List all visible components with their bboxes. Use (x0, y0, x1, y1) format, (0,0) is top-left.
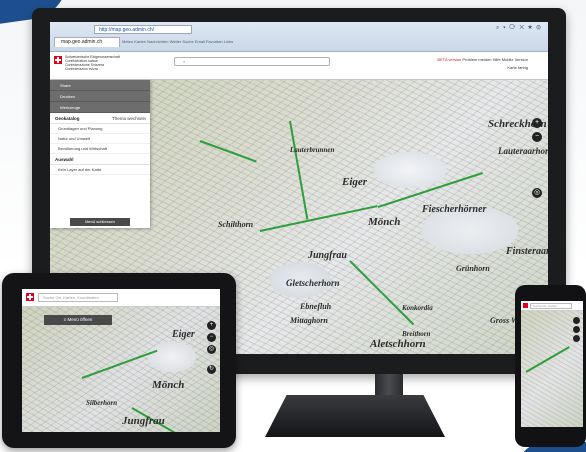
open-menu-button[interactable]: ≡ Menü öffnen (44, 315, 112, 325)
map-label: Mittaghorn (290, 316, 328, 325)
map-label: Aletschhorn (370, 338, 426, 350)
beta-link[interactable]: BETA version (437, 57, 461, 62)
side-menu: Share Drucken Werkzeuge Geokatalog Thema… (50, 80, 150, 228)
zoom-out-button[interactable]: − (532, 132, 542, 142)
map-label: Lauterbrunnen (290, 146, 335, 154)
catalog-item[interactable]: Grundlagen und Planung (50, 124, 150, 134)
search-input[interactable]: ⌕ (174, 57, 330, 66)
map-label: Eiger (172, 329, 195, 340)
menu-item-share[interactable]: Share (50, 80, 150, 91)
close-menu-button[interactable]: Menü schliessen (70, 218, 130, 226)
phone-device: Suche Ort, Karten (515, 285, 586, 447)
map-type-selector[interactable]: Karte farbig (507, 65, 528, 70)
hiking-route (199, 140, 257, 163)
search-input[interactable]: Suche Ort, Karten, Koordinaten (38, 293, 118, 302)
tablet-map[interactable]: Eiger Mönch Jungfrau Silberhorn + − ◎ ↻ (22, 307, 220, 432)
help-links[interactable]: Problem melden Hilfe Mobile Version (462, 57, 528, 62)
hiking-route (377, 172, 483, 208)
browser-tab[interactable]: map.geo.admin.ch (54, 37, 120, 47)
menu-item-tools[interactable]: Werkzeuge (50, 102, 150, 113)
rotate-button[interactable]: ↻ (207, 365, 216, 374)
tablet-header: Suche Ort, Karten, Koordinaten (22, 289, 220, 307)
map-label: Konkordia (402, 304, 433, 312)
hiking-route (259, 205, 378, 232)
map-label: Schilthorn (218, 220, 254, 229)
map-label: Eiger (342, 176, 368, 188)
map-label: Jungfrau (308, 250, 347, 261)
map-label: Breithorn (402, 330, 431, 338)
zoom-in-button[interactable] (573, 317, 580, 324)
search-icon: ⌕ (183, 59, 186, 64)
swiss-flag-icon (54, 56, 62, 64)
confederation-text: Schweizerische Eidgenossenschaft Confédé… (65, 55, 145, 71)
location-button[interactable] (573, 335, 580, 342)
open-menu-label: Menü öffnen (67, 317, 93, 322)
selection-section-header[interactable]: Auswahl (50, 154, 150, 165)
device-showcase: http://map.geo.admin.ch/ ⌕ ▾ ⟳ ✕ ★ ⚙ map… (0, 0, 586, 452)
phone-screen: Suche Ort, Karten (521, 301, 583, 427)
zoom-out-button[interactable]: − (207, 333, 216, 342)
map-label: Mönch (152, 379, 185, 391)
hiking-route (349, 260, 415, 326)
swiss-flag-icon (523, 303, 528, 308)
change-theme-link[interactable]: Thema wechseln (112, 113, 146, 124)
location-button[interactable]: ◎ (532, 188, 542, 198)
phone-map[interactable] (521, 311, 583, 427)
map-label: Ebnefluh (300, 302, 332, 311)
phone-header: Suche Ort, Karten (521, 301, 583, 311)
hiking-route (81, 349, 158, 379)
zoom-in-button[interactable]: + (207, 321, 216, 330)
map-label: Grünhorn (456, 264, 490, 273)
zoom-in-button[interactable]: + (532, 118, 542, 128)
catalog-label: Geokatalog (55, 116, 80, 121)
location-button[interactable]: ◎ (207, 345, 216, 354)
confed-line: Confederaziun svizra (65, 67, 98, 71)
hiking-route (525, 346, 570, 373)
map-label: Mönch (368, 216, 401, 228)
browser-chrome: http://map.geo.admin.ch/ ⌕ ▾ ⟳ ✕ ★ ⚙ map… (50, 22, 548, 52)
hiking-route (289, 120, 309, 220)
monitor-base (265, 395, 445, 437)
map-label: Silberhorn (86, 399, 118, 407)
selection-hint: Kein Layer auf der Karte (50, 165, 150, 175)
zoom-out-button[interactable] (573, 326, 580, 333)
map-label: Lauteraarhorn (498, 146, 548, 156)
search-input[interactable]: Suche Ort, Karten (530, 303, 572, 309)
map-label: Fiescherhörner (422, 204, 487, 215)
catalog-item[interactable]: Bevölkerung und Wirtschaft (50, 144, 150, 154)
tablet-screen: Eiger Mönch Jungfrau Silberhorn + − ◎ ↻ … (22, 289, 220, 432)
swiss-flag-icon (26, 293, 34, 301)
app-header: Schweizerische Eidgenossenschaft Confédé… (50, 52, 548, 80)
catalog-section-header[interactable]: Geokatalog Thema wechseln (50, 113, 150, 124)
monitor-stand (375, 374, 403, 396)
catalog-item[interactable]: Natur und Umwelt (50, 134, 150, 144)
tablet-device: Eiger Mönch Jungfrau Silberhorn + − ◎ ↻ … (2, 273, 236, 448)
menu-item-print[interactable]: Drucken (50, 91, 150, 102)
address-bar[interactable]: http://map.geo.admin.ch/ (94, 25, 192, 34)
header-links[interactable]: BETA version Problem melden Hilfe Mobile… (437, 57, 528, 62)
bookmarks-bar[interactable]: Meteo Karten Nachrichten Wetter Suche Em… (122, 39, 542, 47)
browser-nav-icons[interactable]: ⌕ ▾ ⟳ ✕ ★ ⚙ (482, 25, 542, 33)
map-label: Gletscherhorn (286, 278, 340, 288)
map-label: Finsteraarhorn (506, 246, 548, 257)
map-label: Jungfrau (122, 415, 165, 427)
